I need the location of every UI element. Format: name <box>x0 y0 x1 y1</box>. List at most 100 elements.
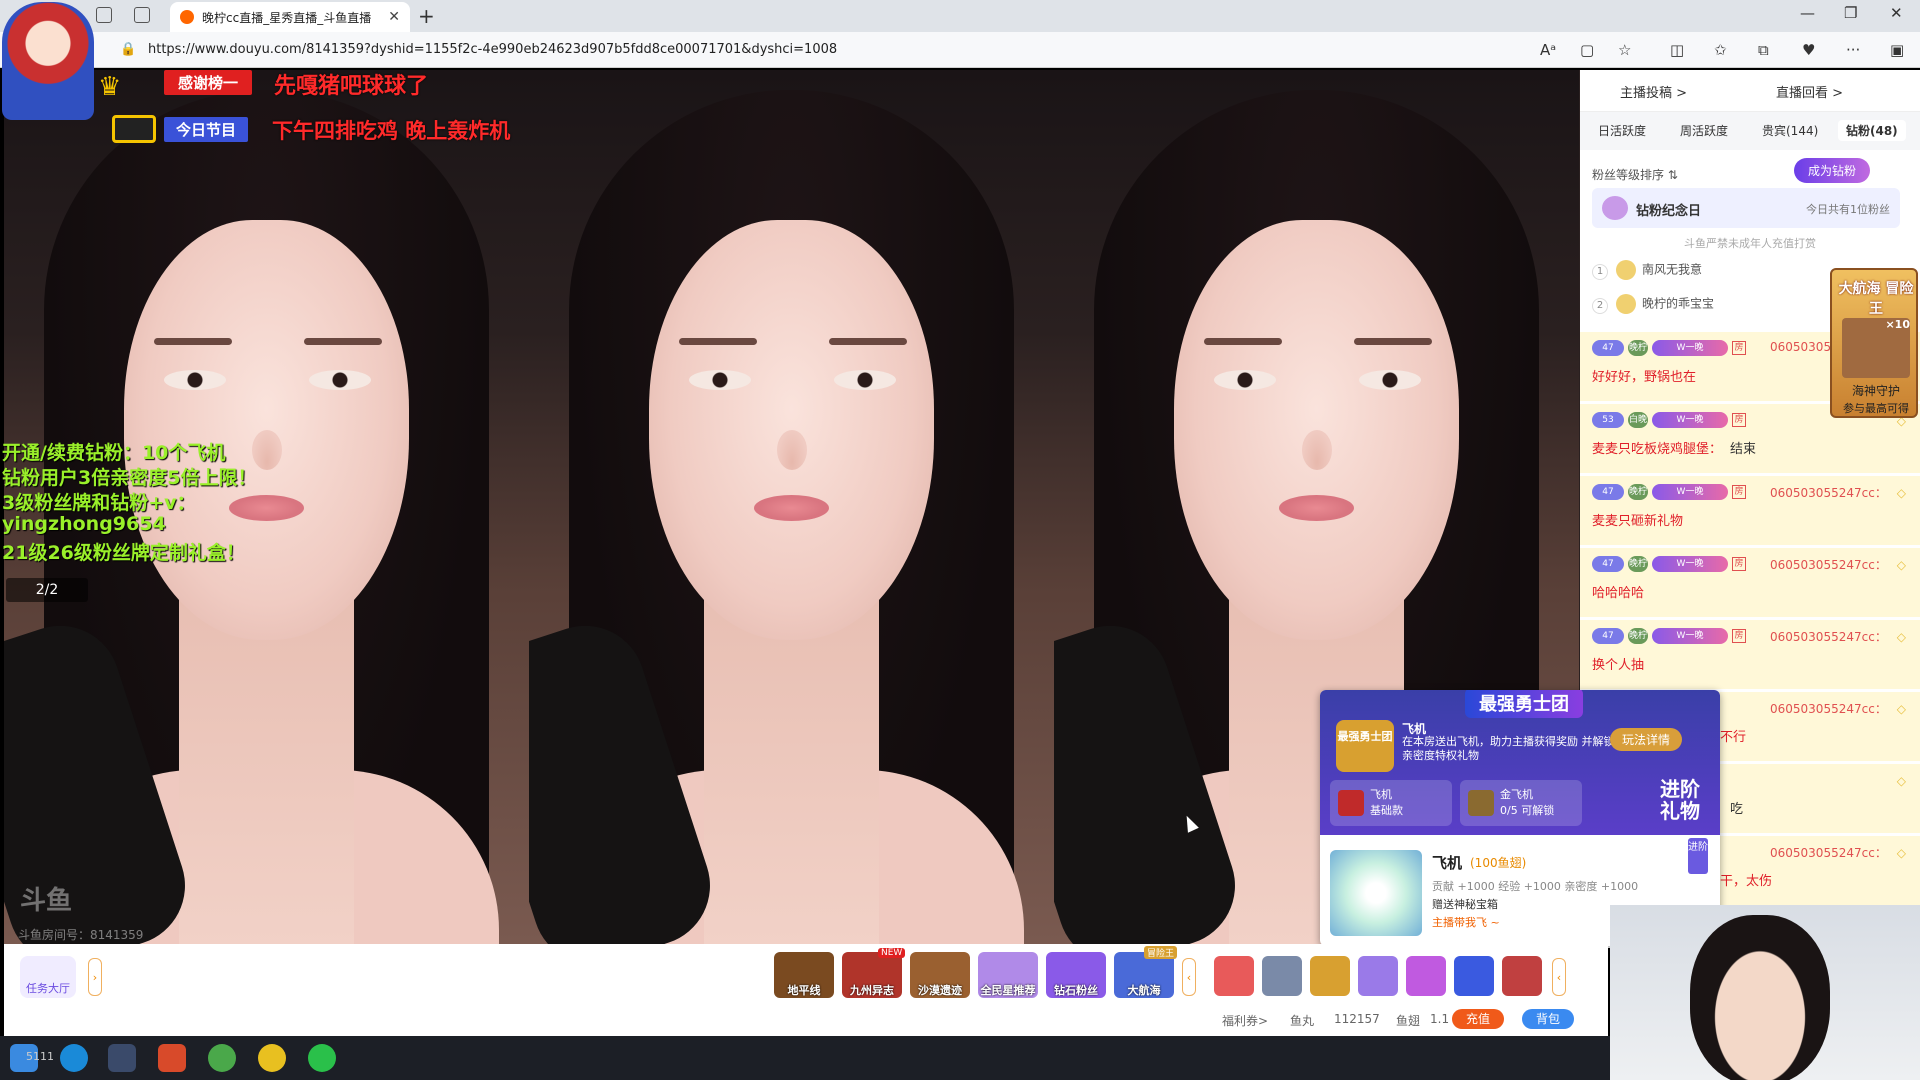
favorites-icon[interactable]: ✩ <box>1714 41 1727 59</box>
streamer-submit-link[interactable]: 主播投稿 > <box>1620 82 1687 101</box>
workspaces-icon[interactable] <box>96 7 112 23</box>
gift-slot[interactable] <box>1454 956 1494 996</box>
popup-title: 最强勇士团 <box>1465 690 1583 718</box>
chat-username[interactable]: 06050305 <box>1770 340 1831 354</box>
wechat-icon[interactable] <box>308 1044 336 1072</box>
brave-team-emblem: 最强勇士团 <box>1336 720 1394 772</box>
tab-actions-icon[interactable] <box>134 7 150 23</box>
activity-desert[interactable]: 沙漠遗迹 <box>910 952 970 998</box>
expand-activities-icon[interactable]: ‹ <box>1182 958 1196 996</box>
gift-slot[interactable] <box>1214 956 1254 996</box>
gift-link[interactable]: 主播带我飞 ~ <box>1432 914 1500 930</box>
gift-slot[interactable] <box>1262 956 1302 996</box>
fan-badge: 晚柠 <box>1628 628 1648 644</box>
level-badge: 47 <box>1592 340 1624 356</box>
streamer-avatar-sticker <box>2 2 94 120</box>
douyu-watermark: 斗鱼 <box>20 886 73 916</box>
live-replay-link[interactable]: 直播回看 > <box>1776 82 1843 101</box>
reader-icon[interactable]: ▢ <box>1580 41 1594 59</box>
diamond-badge: W一晚 <box>1652 628 1728 644</box>
chat-username[interactable]: 060503055247cc： <box>1770 628 1887 645</box>
chat-username[interactable]: 060503055247cc： <box>1770 844 1887 861</box>
streamer-webcam <box>1610 905 1920 1080</box>
close-tab-icon[interactable]: ✕ <box>388 9 400 25</box>
rule-details-button[interactable]: 玩法详情 <box>1610 728 1683 751</box>
gift-slot[interactable] <box>1502 956 1542 996</box>
room-badge: 房 <box>1732 485 1746 499</box>
chat-username[interactable]: 060503055247cc： <box>1770 484 1887 501</box>
gold-plane-icon <box>1468 790 1494 816</box>
navy-adventure-widget[interactable]: 大航海 冒险王 ×10 海神守护 参与最高可得 <box>1830 268 1918 418</box>
fan-badge: 白晚 <box>1628 412 1648 428</box>
more-icon[interactable]: ··· <box>1846 41 1860 59</box>
gift-slot[interactable] <box>1310 956 1350 996</box>
gift-card-plane[interactable]: 飞机 基础款 <box>1330 780 1452 826</box>
thanks-text: 先嘎猪吧球球了 <box>274 74 429 99</box>
chat-username[interactable]: 060503055247cc： <box>1770 556 1887 573</box>
expand-gifts-icon[interactable]: ‹ <box>1552 958 1566 996</box>
browser-tab-bar: 晚柠cc直播_星秀直播_斗鱼直播 ✕ + — ❐ ✕ <box>0 0 1920 32</box>
tab-weekly-active[interactable]: 周活跃度 <box>1680 122 1728 139</box>
become-diamond-button[interactable]: 成为钻粉 <box>1794 158 1871 183</box>
lock-icon[interactable]: 🔒 <box>120 42 136 57</box>
tab-diamond-fans[interactable]: 钻粉(48) <box>1838 120 1906 141</box>
chat-text: 吃 <box>1730 802 1744 817</box>
edge-icon[interactable] <box>60 1044 88 1072</box>
activity-star-recommend[interactable]: 全民星推荐 <box>978 952 1038 998</box>
diamond-icon <box>1602 196 1628 220</box>
task-hall-button[interactable]: 任务大厅 <box>20 956 76 998</box>
gift-slot[interactable] <box>1406 956 1446 996</box>
split-icon[interactable]: ◫ <box>1670 41 1684 59</box>
like-icon[interactable]: ◇ <box>1897 558 1906 572</box>
popup-header: 最强勇士团 最强勇士团 飞机 在本房送出飞机，助力主播获得奖励 并解锁亲密度特权… <box>1320 690 1720 835</box>
level-badge: 47 <box>1592 556 1624 572</box>
chrome-icon[interactable] <box>208 1044 236 1072</box>
like-icon[interactable]: ◇ <box>1897 630 1906 644</box>
like-icon[interactable]: ◇ <box>1897 702 1906 716</box>
recharge-button[interactable]: 充值 <box>1452 1009 1505 1029</box>
gift-card-gold-plane[interactable]: 金飞机 0/5 可解锁 <box>1460 780 1582 826</box>
chat-text: 麦麦只砸新礼物 <box>1592 514 1684 529</box>
gift-slot[interactable] <box>1358 956 1398 996</box>
tab-vip[interactable]: 贵宾(144) <box>1762 122 1818 139</box>
collections-icon[interactable]: ⧉ <box>1758 41 1769 59</box>
sidebar-icon[interactable]: ▣ <box>1890 41 1904 59</box>
chat-message[interactable]: 47 晚柠 W一晚房 060503055247cc： ◇ 麦麦只砸新礼物 <box>1580 476 1920 546</box>
vscode-icon[interactable] <box>108 1044 136 1072</box>
fan-level-sort[interactable]: 粉丝等级排序 ⇅ <box>1592 166 1678 183</box>
read-aloud-icon[interactable]: Aᵃ <box>1540 41 1556 59</box>
tab-daily-active[interactable]: 日活跃度 <box>1598 122 1646 139</box>
activity-diamond-fans[interactable]: 钻石粉丝 <box>1046 952 1106 998</box>
expand-left-icon[interactable]: › <box>88 958 102 996</box>
like-icon[interactable]: ◇ <box>1897 846 1906 860</box>
restore-icon[interactable]: ❐ <box>1844 4 1857 22</box>
browser-tab[interactable]: 晚柠cc直播_星秀直播_斗鱼直播 ✕ <box>170 2 410 32</box>
level-badge: 53 <box>1592 412 1624 428</box>
new-tab-icon[interactable]: + <box>418 4 435 28</box>
chat-message[interactable]: 47 晚柠 W一晚房 060503055247cc： ◇ 哈哈哈哈 <box>1580 548 1920 618</box>
diamond-anniversary[interactable]: 钻粉纪念日 今日共有1位粉丝 <box>1592 188 1900 228</box>
sidebar-tabs: 日活跃度 周活跃度 贵宾(144) 钻粉(48) <box>1580 112 1920 150</box>
diamond-badge: W一晚 <box>1652 484 1728 500</box>
activity-horizon[interactable]: 地平线 <box>774 952 834 998</box>
fish-fins-count: 1.1 <box>1430 1012 1450 1026</box>
video-app-icon[interactable] <box>158 1044 186 1072</box>
yellow-app-icon[interactable] <box>258 1044 286 1072</box>
chat-text: 不行 <box>1720 730 1747 745</box>
close-window-icon[interactable]: ✕ <box>1890 4 1903 22</box>
diamond-badge: W一晚 <box>1652 340 1728 356</box>
gift-name: 飞机 <box>1432 854 1463 872</box>
backpack-button[interactable]: 背包 <box>1522 1009 1575 1029</box>
url-field[interactable]: https://www.douyu.com/8141359?dyshid=115… <box>148 42 837 57</box>
chat-message[interactable]: 47 晚柠 W一晚房 060503055247cc： ◇ 换个人抽 <box>1580 620 1920 690</box>
extensions-icon[interactable]: ♥ <box>1802 41 1815 59</box>
welfare-link[interactable]: 福利券> <box>1222 1012 1268 1029</box>
minimize-icon[interactable]: — <box>1800 4 1815 22</box>
card-name: 飞机 <box>1370 788 1392 801</box>
like-icon[interactable]: ◇ <box>1897 486 1906 500</box>
favorite-icon[interactable]: ☆ <box>1618 41 1631 59</box>
activity-jiuzhou[interactable]: 九州异志 <box>842 952 902 998</box>
card-name: 金飞机 <box>1500 788 1533 801</box>
chat-username[interactable]: 060503055247cc： <box>1770 700 1887 717</box>
like-icon[interactable]: ◇ <box>1897 774 1906 788</box>
